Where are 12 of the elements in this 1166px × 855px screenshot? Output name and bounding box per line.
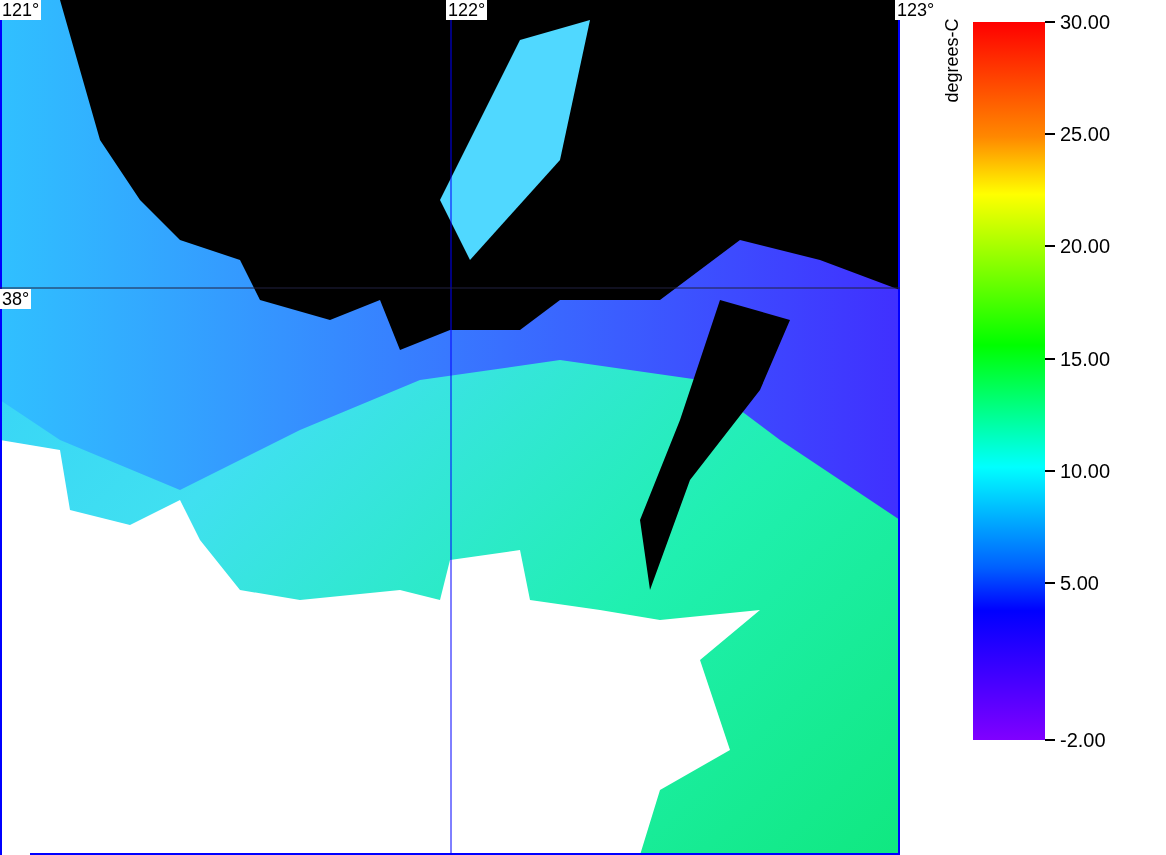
tick-label: 5.00 [1060,571,1099,594]
tick-label: 20.00 [1060,235,1111,258]
tick-label: 10.00 [1060,459,1111,482]
tick-label: -2.00 [1060,729,1106,751]
tick-label: 30.00 [1060,11,1111,33]
legend-title: degrees-C [941,18,963,103]
tick-label: 25.00 [1060,123,1111,146]
longitude-label: 122° [446,0,488,20]
longitude-label: 123° [895,0,937,20]
longitude-label: 121° [0,0,42,20]
latitude-label: 38° [0,289,32,309]
tick-label: 15.00 [1060,347,1111,370]
